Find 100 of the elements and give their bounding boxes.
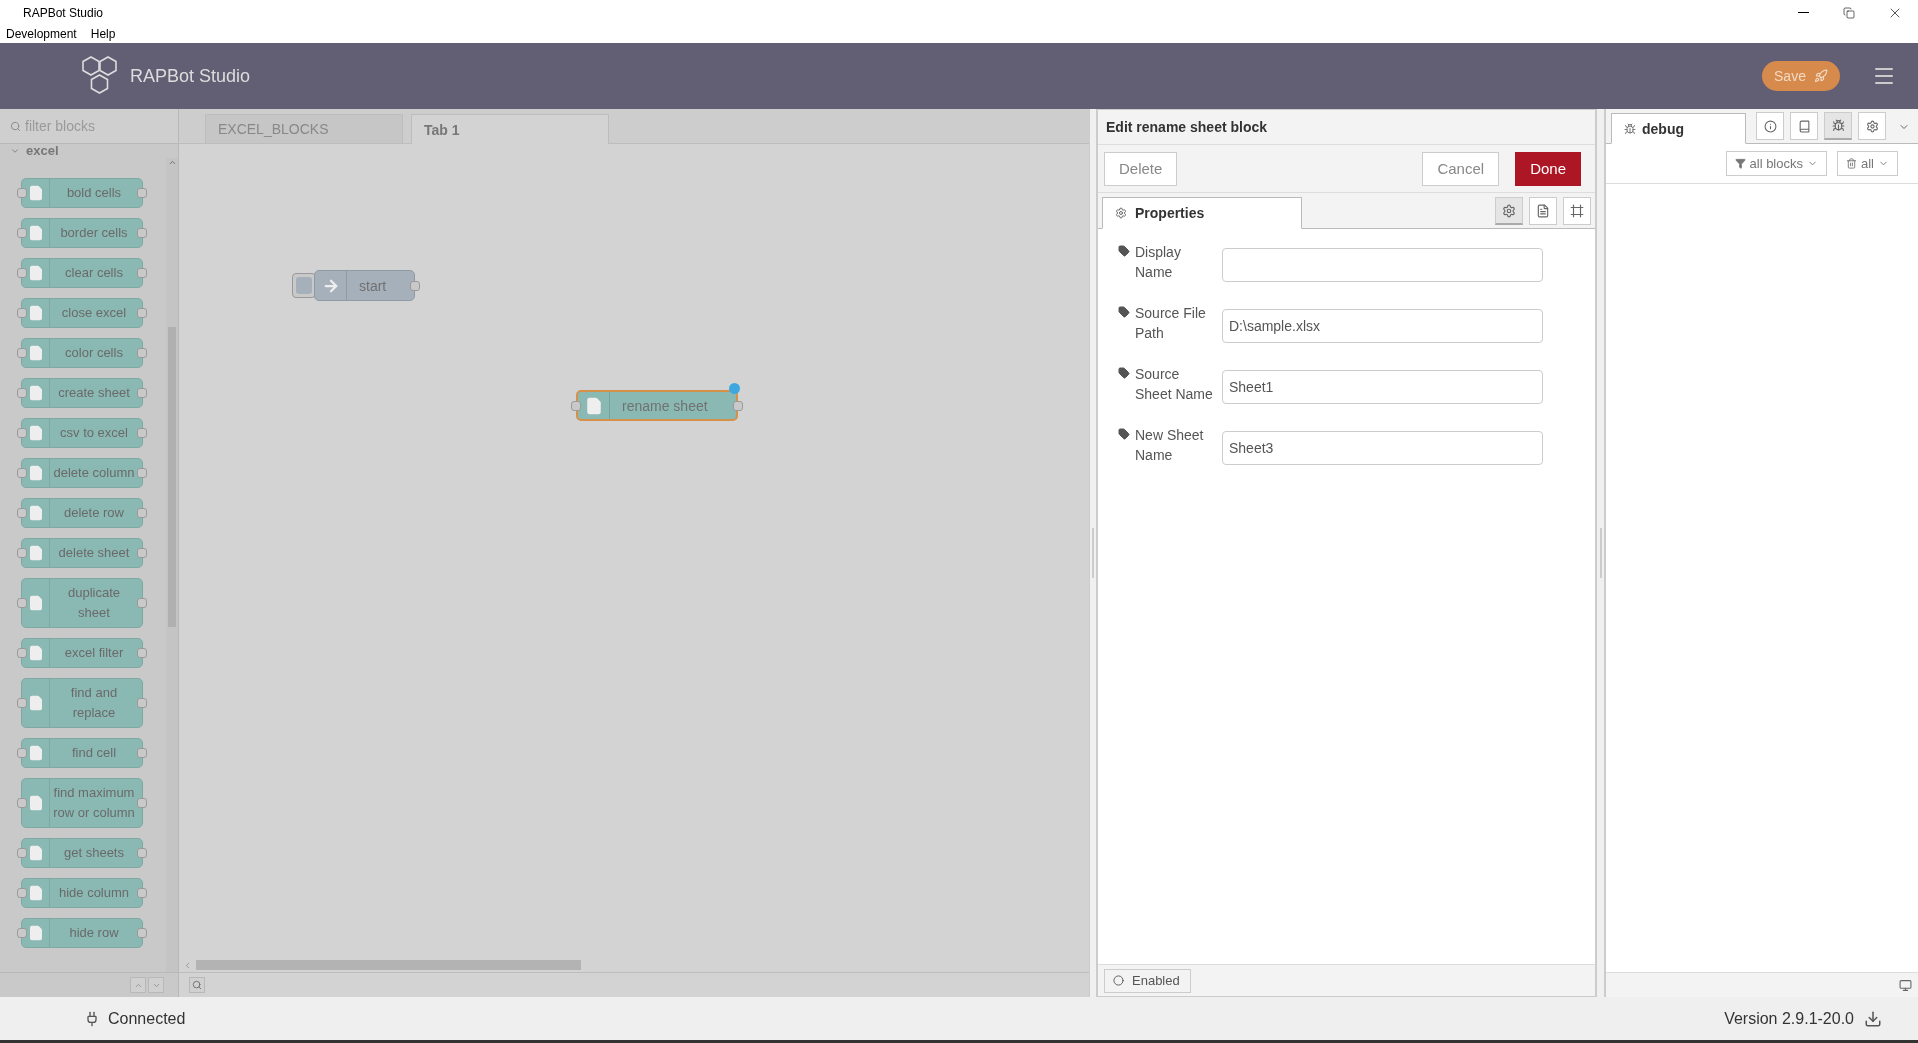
input-field[interactable]: Sheet1 xyxy=(1222,370,1543,404)
monitor-icon xyxy=(1899,978,1912,992)
file-icon xyxy=(27,595,44,611)
port xyxy=(17,798,27,808)
port xyxy=(137,748,147,758)
cancel-button[interactable]: Cancel xyxy=(1422,151,1500,186)
file-icon xyxy=(27,505,44,521)
port xyxy=(17,748,27,758)
port xyxy=(137,598,147,608)
monitor-button[interactable] xyxy=(1899,978,1912,992)
field-label: Source File Path xyxy=(1135,304,1207,343)
port xyxy=(137,698,147,708)
collapse-icon[interactable] xyxy=(10,146,20,156)
port xyxy=(17,348,27,358)
port xyxy=(17,308,27,318)
workspace-tab[interactable]: EXCEL_BLOCKS xyxy=(205,114,403,143)
filter-icon xyxy=(1734,158,1746,169)
input-field[interactable]: Sheet3 xyxy=(1222,431,1543,465)
delete-button[interactable]: Delete xyxy=(1104,151,1178,186)
restore-icon xyxy=(1843,6,1855,19)
port xyxy=(137,508,147,518)
flow-node[interactable]: start xyxy=(314,270,416,301)
file-icon xyxy=(27,265,44,281)
menu-item[interactable]: Development xyxy=(6,27,77,41)
flow-node[interactable]: rename sheet xyxy=(576,390,738,421)
port xyxy=(17,428,27,438)
port xyxy=(17,698,27,708)
settings-tab[interactable] xyxy=(1495,197,1523,225)
category-label[interactable]: excel xyxy=(26,142,59,158)
port xyxy=(17,228,27,238)
port xyxy=(17,888,27,898)
settings-icon xyxy=(1865,119,1879,133)
properties-tab[interactable]: Properties xyxy=(1102,197,1302,229)
book-tab[interactable] xyxy=(1790,112,1818,140)
port xyxy=(137,268,147,278)
file-icon xyxy=(27,425,44,441)
menu-item[interactable]: Help xyxy=(90,27,116,41)
port xyxy=(137,848,147,858)
search-icon xyxy=(192,980,202,990)
input-field[interactable]: D:\sample.xlsx xyxy=(1222,309,1543,343)
scrollbar[interactable] xyxy=(196,960,581,970)
gear-icon xyxy=(1115,207,1127,219)
settings-tab[interactable] xyxy=(1858,112,1886,140)
port xyxy=(17,508,27,518)
file-icon xyxy=(27,185,44,201)
debug-tab[interactable]: debug xyxy=(1611,113,1746,144)
search-icon xyxy=(10,120,21,132)
port xyxy=(137,548,147,558)
download-button[interactable] xyxy=(1864,1009,1882,1028)
input-field[interactable] xyxy=(1222,248,1543,282)
field-label: New Sheet Name xyxy=(1135,426,1205,465)
field-label: Display Name xyxy=(1135,243,1182,282)
scroll-left-icon[interactable] xyxy=(183,960,192,970)
inject-button[interactable] xyxy=(292,273,316,298)
enabled-toggle[interactable]: Enabled xyxy=(1104,968,1191,993)
workspace-tab[interactable]: Tab 1 xyxy=(411,114,609,144)
version-label: Version 2.9.1-20.0 xyxy=(1724,1009,1854,1028)
port xyxy=(17,468,27,478)
field-label: Source Sheet Name xyxy=(1135,365,1214,404)
file-icon xyxy=(27,345,44,361)
download-icon xyxy=(1864,1009,1882,1028)
plug-icon xyxy=(84,1010,100,1027)
port xyxy=(17,848,27,858)
file-icon xyxy=(584,396,603,415)
info-tab[interactable] xyxy=(1756,112,1784,140)
port xyxy=(137,648,147,658)
tag-icon xyxy=(1118,245,1130,257)
filter-dropdown[interactable]: all blocks xyxy=(1725,151,1827,176)
scroll-up-icon xyxy=(167,158,177,167)
port xyxy=(137,888,147,898)
bug-icon xyxy=(1624,122,1636,135)
port xyxy=(17,598,27,608)
frame-tab[interactable] xyxy=(1563,197,1591,225)
port xyxy=(137,388,147,398)
save-button[interactable]: Save xyxy=(1762,61,1840,91)
circle-icon xyxy=(1113,975,1124,986)
done-button[interactable]: Done xyxy=(1515,151,1581,186)
search-button[interactable] xyxy=(189,977,205,993)
port xyxy=(17,928,27,938)
port xyxy=(137,188,147,198)
rocket-icon xyxy=(1813,69,1828,83)
window-title: RAPBot Studio xyxy=(23,5,104,20)
info-icon xyxy=(1763,119,1777,133)
file-icon xyxy=(27,385,44,401)
document-tab[interactable] xyxy=(1529,197,1557,225)
file-icon xyxy=(27,645,44,661)
port xyxy=(17,388,27,398)
port xyxy=(17,268,27,278)
trash-icon xyxy=(1846,158,1857,169)
settings-icon xyxy=(1502,203,1516,218)
bug-tab[interactable] xyxy=(1824,112,1852,140)
scrollbar[interactable] xyxy=(166,158,178,972)
file-icon xyxy=(27,795,44,811)
expand-button[interactable] xyxy=(130,977,146,993)
file-icon xyxy=(27,925,44,941)
collapse-button[interactable] xyxy=(148,977,164,993)
port xyxy=(137,308,147,318)
port xyxy=(17,548,27,558)
clear-dropdown[interactable]: all xyxy=(1837,151,1898,176)
port xyxy=(732,400,743,411)
